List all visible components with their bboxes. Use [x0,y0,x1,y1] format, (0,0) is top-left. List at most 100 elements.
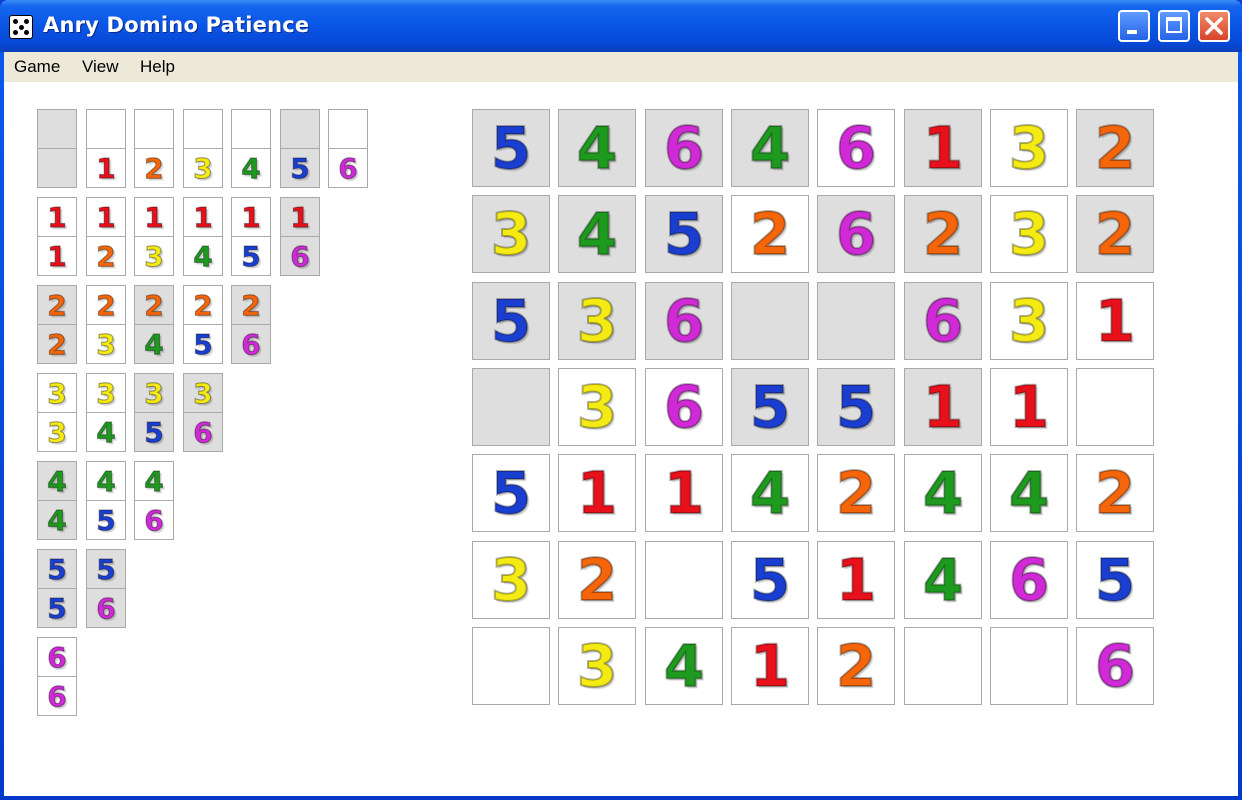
domino-bottom-half[interactable]: 5 [134,412,174,452]
domino-bottom-half[interactable]: 5 [280,148,320,188]
domino-top-half[interactable]: 2 [134,285,174,325]
board-cell[interactable]: 3 [990,109,1068,187]
domino-bottom-half[interactable]: 5 [183,324,223,364]
board-cell[interactable]: 1 [731,627,809,705]
domino-bottom-half[interactable]: 3 [134,236,174,276]
domino-bottom-half[interactable]: 5 [86,500,126,540]
board-cell[interactable]: 5 [472,109,550,187]
domino-top-half[interactable]: 1 [37,197,77,237]
close-button[interactable] [1198,10,1230,42]
domino-top-half[interactable]: 1 [86,197,126,237]
board-cell[interactable]: 6 [1076,627,1154,705]
domino-top-half[interactable]: 3 [183,373,223,413]
domino-top-half[interactable]: 4 [86,461,126,501]
menu-view[interactable]: View [82,57,119,77]
domino-top-half[interactable]: 5 [37,549,77,589]
domino-top-half[interactable]: 3 [86,373,126,413]
dice-icon[interactable] [9,15,33,39]
domino-bottom-half[interactable]: 4 [183,236,223,276]
domino-bottom-half[interactable]: 2 [134,148,174,188]
board-cell[interactable]: 2 [817,454,895,532]
board-cell[interactable]: 6 [990,541,1068,619]
domino-top-half[interactable]: 5 [86,549,126,589]
domino-bottom-half[interactable]: 2 [37,324,77,364]
domino-top-half[interactable]: 1 [183,197,223,237]
board-cell[interactable]: 6 [817,109,895,187]
board-cell[interactable]: 4 [731,109,809,187]
board-cell[interactable]: 3 [558,368,636,446]
domino-top-half[interactable] [280,109,320,149]
board-cell[interactable]: 2 [1076,195,1154,273]
board-cell[interactable]: 4 [904,541,982,619]
domino-bottom-half[interactable]: 4 [134,324,174,364]
board-cell[interactable]: 3 [558,282,636,360]
board-cell[interactable]: 3 [472,541,550,619]
domino-top-half[interactable] [328,109,368,149]
board-cell[interactable]: 4 [558,109,636,187]
domino-bottom-half[interactable]: 5 [231,236,271,276]
domino-top-half[interactable]: 6 [37,637,77,677]
board-cell[interactable]: 4 [558,195,636,273]
board-cell[interactable]: 2 [731,195,809,273]
board-cell[interactable]: 6 [817,195,895,273]
domino-bottom-half[interactable]: 6 [231,324,271,364]
board-cell[interactable] [472,368,550,446]
domino-bottom-half[interactable]: 1 [37,236,77,276]
domino-bottom-half[interactable]: 6 [86,588,126,628]
domino-bottom-half[interactable]: 6 [183,412,223,452]
domino-top-half[interactable]: 2 [37,285,77,325]
board-cell[interactable] [472,627,550,705]
menu-game[interactable]: Game [14,57,60,77]
domino-top-half[interactable]: 1 [231,197,271,237]
board-cell[interactable]: 3 [558,627,636,705]
board-cell[interactable]: 5 [472,454,550,532]
title-bar[interactable]: Anry Domino Patience [0,0,1242,52]
board-cell[interactable]: 4 [645,627,723,705]
domino-top-half[interactable]: 3 [37,373,77,413]
board-cell[interactable]: 3 [990,282,1068,360]
board-cell[interactable] [904,627,982,705]
domino-top-half[interactable]: 1 [280,197,320,237]
board-cell[interactable]: 6 [645,282,723,360]
board-cell[interactable]: 1 [817,541,895,619]
board-cell[interactable]: 1 [558,454,636,532]
board-cell[interactable]: 5 [731,368,809,446]
domino-bottom-half[interactable]: 4 [231,148,271,188]
domino-bottom-half[interactable]: 1 [86,148,126,188]
board-cell[interactable] [645,541,723,619]
domino-bottom-half[interactable]: 2 [86,236,126,276]
domino-bottom-half[interactable] [37,148,77,188]
board-cell[interactable]: 5 [645,195,723,273]
domino-bottom-half[interactable]: 6 [37,676,77,716]
board-cell[interactable]: 1 [990,368,1068,446]
board-cell[interactable]: 2 [1076,454,1154,532]
domino-top-half[interactable] [183,109,223,149]
board-cell[interactable]: 2 [904,195,982,273]
board-cell[interactable] [990,627,1068,705]
domino-top-half[interactable]: 3 [134,373,174,413]
domino-top-half[interactable]: 1 [134,197,174,237]
domino-top-half[interactable] [86,109,126,149]
domino-bottom-half[interactable]: 3 [37,412,77,452]
domino-bottom-half[interactable]: 5 [37,588,77,628]
domino-bottom-half[interactable]: 6 [134,500,174,540]
domino-top-half[interactable]: 4 [134,461,174,501]
board-cell[interactable] [817,282,895,360]
domino-bottom-half[interactable]: 3 [183,148,223,188]
domino-top-half[interactable] [134,109,174,149]
board-cell[interactable]: 6 [645,109,723,187]
board-cell[interactable] [731,282,809,360]
domino-bottom-half[interactable]: 6 [280,236,320,276]
board-cell[interactable]: 5 [817,368,895,446]
domino-bottom-half[interactable]: 6 [328,148,368,188]
board-cell[interactable]: 1 [904,368,982,446]
domino-bottom-half[interactable]: 3 [86,324,126,364]
domino-bottom-half[interactable]: 4 [37,500,77,540]
menu-help[interactable]: Help [140,57,175,77]
board-cell[interactable]: 3 [472,195,550,273]
domino-bottom-half[interactable]: 4 [86,412,126,452]
domino-top-half[interactable] [37,109,77,149]
board-cell[interactable]: 2 [817,627,895,705]
domino-top-half[interactable]: 2 [86,285,126,325]
domino-top-half[interactable] [231,109,271,149]
